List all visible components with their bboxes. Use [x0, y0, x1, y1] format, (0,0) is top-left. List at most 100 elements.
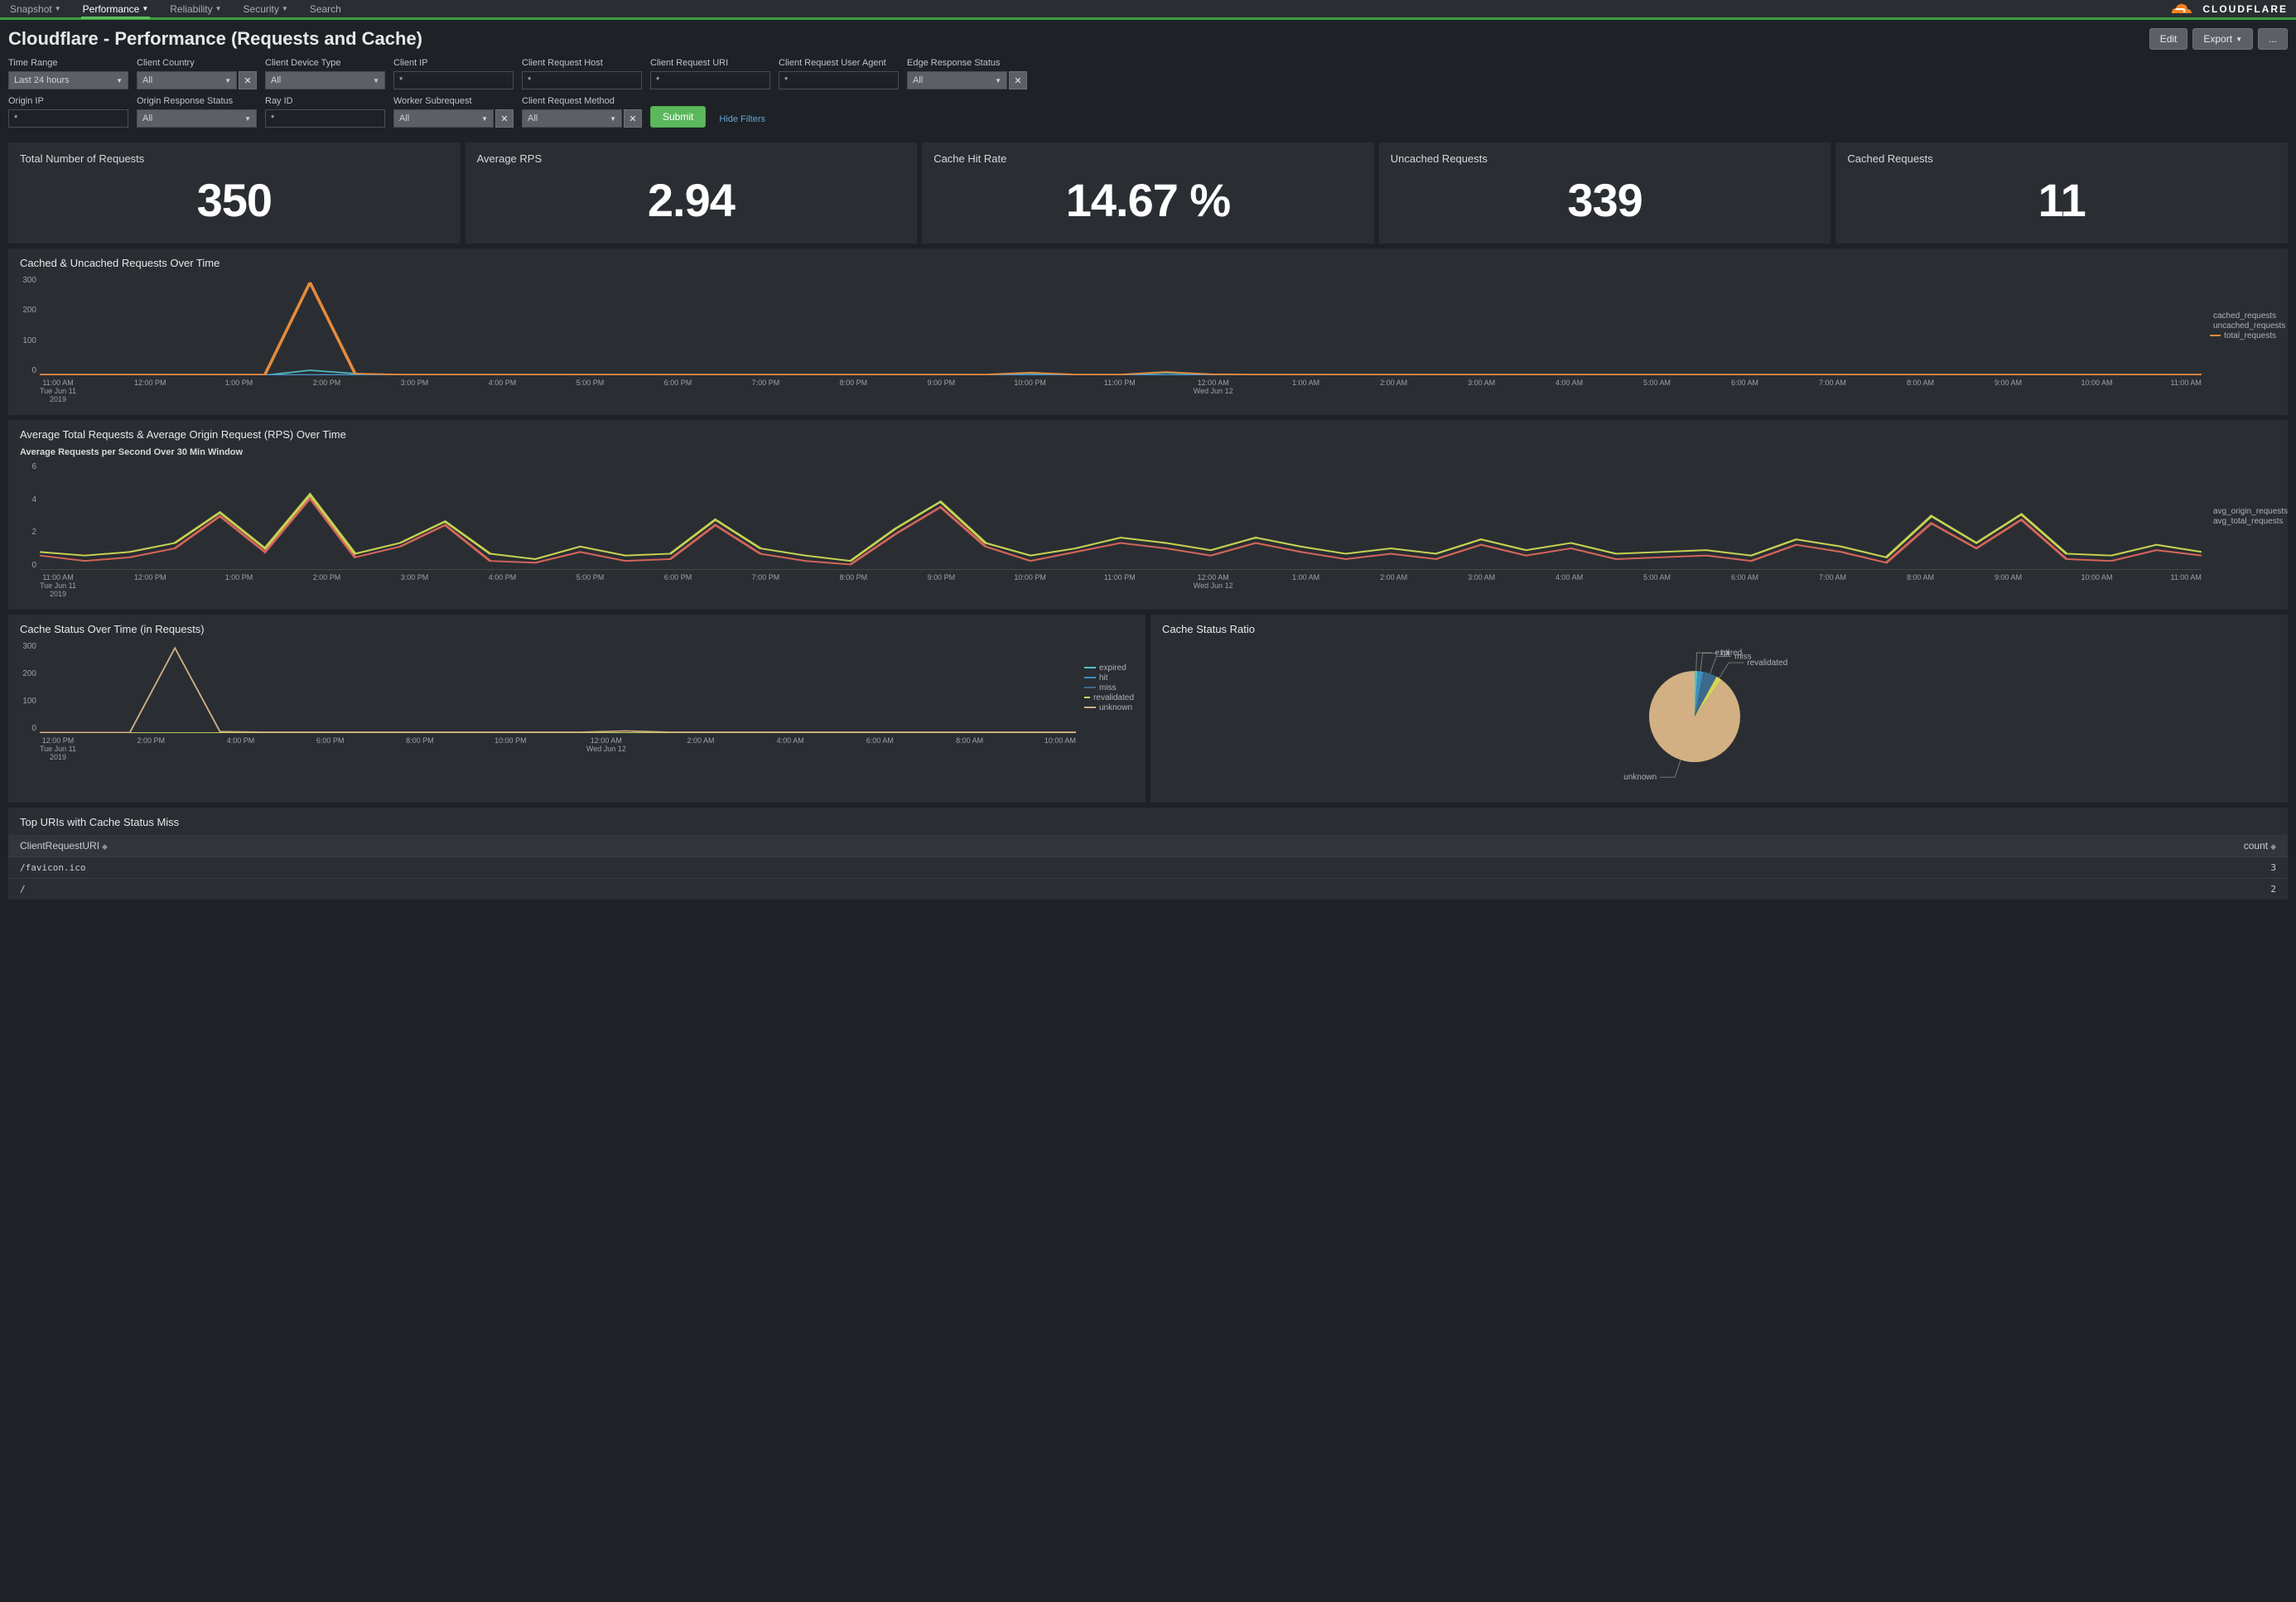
table-row[interactable]: /2	[8, 879, 2288, 900]
panel-rps-over-time: Average Total Requests & Average Origin …	[8, 420, 2288, 610]
filter-input[interactable]	[522, 71, 642, 89]
nav-item-search[interactable]: Search	[308, 0, 343, 17]
kpi-row: Total Number of Requests 350 Average RPS2.…	[0, 142, 2296, 244]
filter-edge-response-status: Edge Response Status All▼✕	[907, 58, 1027, 89]
chevron-down-icon: ▼	[995, 77, 1001, 84]
legend-item[interactable]: miss	[1084, 683, 1134, 692]
hide-filters-link[interactable]: Hide Filters	[719, 114, 765, 128]
chart-legend: cached_requestsuncached_requeststotal_re…	[2202, 276, 2276, 375]
chevron-down-icon: ▼	[282, 5, 288, 12]
filter-input[interactable]	[779, 71, 899, 89]
filter-client-request-host: Client Request Host	[522, 58, 642, 89]
nav-item-snapshot[interactable]: Snapshot▼	[8, 0, 63, 17]
filter-select[interactable]: All▼	[393, 109, 494, 128]
chart-plot[interactable]	[40, 276, 2202, 375]
filter-ray-id: Ray ID	[265, 96, 385, 128]
kpi-card[interactable]: Total Number of Requests 350	[8, 142, 461, 244]
filter-label: Time Range	[8, 58, 128, 68]
filter-label: Client Country	[137, 58, 257, 68]
kpi-label: Total Number of Requests	[20, 152, 449, 165]
legend-item[interactable]: hit	[1084, 673, 1134, 683]
panel-cache-status-over-time: Cache Status Over Time (in Requests) 300…	[8, 615, 1146, 803]
brand-logo: CLOUDFLARE	[2168, 0, 2288, 18]
chevron-down-icon: ▼	[481, 115, 488, 123]
kpi-value: 2.94	[477, 173, 906, 227]
filter-select[interactable]: All▼	[907, 71, 1007, 89]
filter-label: Origin Response Status	[137, 96, 257, 106]
svg-text:unknown: unknown	[1623, 773, 1657, 782]
x-axis: 11:00 AMTue Jun 11201912:00 PM1:00 PM2:0…	[40, 379, 2202, 403]
x-axis: 11:00 AMTue Jun 11201912:00 PM1:00 PM2:0…	[40, 573, 2202, 598]
filter-select[interactable]: All▼	[137, 71, 237, 89]
edit-button[interactable]: Edit	[2149, 28, 2188, 50]
kpi-card[interactable]: Average RPS2.94	[465, 142, 918, 244]
panel-title: Cache Status Over Time (in Requests)	[20, 623, 1134, 635]
panel-title: Top URIs with Cache Status Miss	[8, 816, 2288, 828]
kpi-card[interactable]: Uncached Requests339	[1379, 142, 1831, 244]
panel-top-uris: Top URIs with Cache Status Miss ClientRe…	[8, 808, 2288, 900]
table-header[interactable]: ClientRequestURI◆	[8, 835, 1526, 857]
sort-icon: ◆	[2270, 842, 2276, 851]
kpi-card[interactable]: Cache Hit Rate14.67 %	[922, 142, 1374, 244]
kpi-label: Uncached Requests	[1391, 152, 1820, 165]
page-title: Cloudflare - Performance (Requests and C…	[8, 28, 422, 50]
kpi-value: 350	[20, 173, 449, 227]
pie-chart[interactable]: expiredhitmissrevalidatedunknown	[1162, 642, 2276, 791]
legend-item[interactable]: cached_requests	[2210, 311, 2276, 321]
filter-input[interactable]	[650, 71, 770, 89]
submit-button[interactable]: Submit	[650, 106, 706, 128]
legend-item[interactable]: uncached_requests	[2210, 321, 2276, 331]
filter-client-ip: Client IP	[393, 58, 514, 89]
panel-title: Cache Status Ratio	[1162, 623, 2276, 635]
panel-subtitle: Average Requests per Second Over 30 Min …	[20, 447, 2276, 457]
legend-item[interactable]: total_requests	[2210, 331, 2276, 340]
chart-plot[interactable]	[40, 642, 1076, 733]
clear-icon[interactable]: ✕	[239, 71, 257, 89]
table-header[interactable]: count◆	[1526, 835, 2288, 857]
filter-time-range: Time Range Last 24 hours▼	[8, 58, 128, 89]
chevron-down-icon: ▼	[55, 5, 61, 12]
filter-select[interactable]: All▼	[522, 109, 622, 128]
svg-text:hit: hit	[1720, 649, 1729, 659]
legend-item[interactable]: revalidated	[1084, 693, 1134, 702]
filter-label: Client Request Host	[522, 58, 642, 68]
filter-select[interactable]: All▼	[265, 71, 385, 89]
export-button[interactable]: Export▼	[2192, 28, 2253, 50]
filter-input[interactable]	[8, 109, 128, 128]
filter-select[interactable]: All▼	[137, 109, 257, 128]
legend-item[interactable]: avg_total_requests	[2210, 517, 2276, 526]
kpi-card[interactable]: Cached Requests11	[1835, 142, 2288, 244]
legend-item[interactable]: unknown	[1084, 703, 1134, 712]
chevron-down-icon: ▼	[142, 5, 148, 12]
clear-icon[interactable]: ✕	[624, 109, 642, 128]
page-header: Cloudflare - Performance (Requests and C…	[0, 20, 2296, 58]
filter-input[interactable]	[393, 71, 514, 89]
table-row[interactable]: /favicon.ico3	[8, 857, 2288, 879]
clear-icon[interactable]: ✕	[495, 109, 514, 128]
x-axis: 12:00 PMTue Jun 1120192:00 PM4:00 PM6:00…	[40, 736, 1076, 761]
filter-client-request-user-agent: Client Request User Agent	[779, 58, 899, 89]
chevron-down-icon: ▼	[116, 77, 123, 84]
legend-item[interactable]: avg_origin_requests	[2210, 507, 2276, 516]
nav-item-performance[interactable]: Performance▼	[81, 2, 151, 19]
filter-label: Client Request Method	[522, 96, 642, 106]
filter-select[interactable]: Last 24 hours▼	[8, 71, 128, 89]
legend-item[interactable]: expired	[1084, 663, 1134, 673]
chevron-down-icon: ▼	[215, 5, 222, 12]
chevron-down-icon: ▼	[2236, 36, 2242, 43]
filter-client-device-type: Client Device TypeAll▼	[265, 58, 385, 89]
panel-cache-status-ratio: Cache Status Ratio expiredhitmissrevalid…	[1150, 615, 2288, 803]
filter-label: Edge Response Status	[907, 58, 1027, 68]
filter-input[interactable]	[265, 109, 385, 128]
nav-item-security[interactable]: Security▼	[242, 0, 290, 17]
chevron-down-icon: ▼	[373, 77, 379, 84]
filter-label: Client Request URI	[650, 58, 770, 68]
clear-icon[interactable]: ✕	[1009, 71, 1027, 89]
filter-client-request-uri: Client Request URI	[650, 58, 770, 89]
more-button[interactable]: ...	[2258, 28, 2288, 50]
panel-requests-over-time: Cached & Uncached Requests Over Time 300…	[8, 249, 2288, 415]
chart-legend: expiredhitmissrevalidatedunknown	[1076, 642, 1134, 733]
nav-item-reliability[interactable]: Reliability▼	[168, 0, 223, 17]
chart-plot[interactable]	[40, 462, 2202, 570]
y-axis: 6420	[20, 462, 40, 570]
